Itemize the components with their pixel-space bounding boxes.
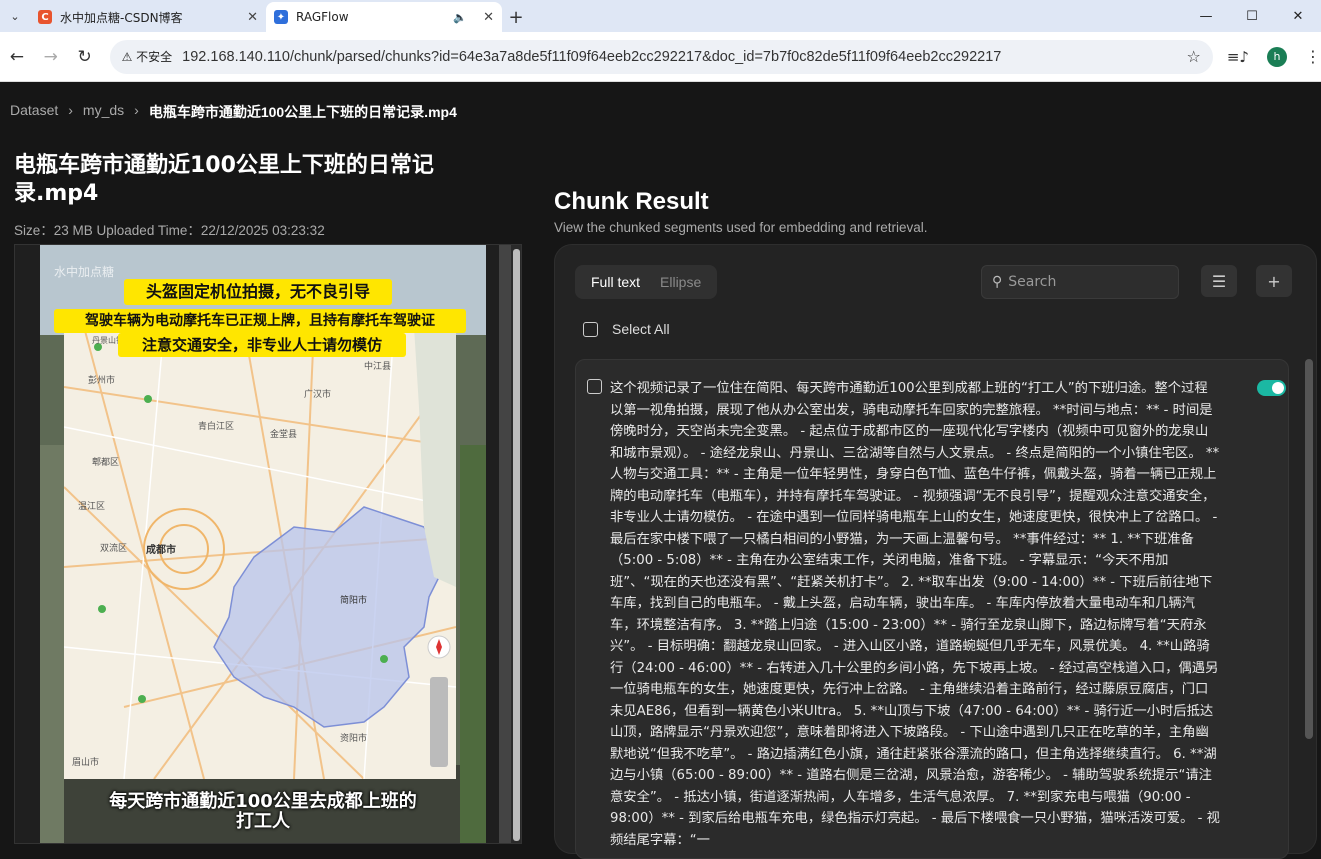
chunk-checkbox[interactable] xyxy=(587,379,602,394)
new-tab-button[interactable]: + xyxy=(502,2,530,32)
chunk-content: 这个视频记录了一位住在简阳、每天跨市通勤近100公里到成都上班的“打工人”的下班… xyxy=(610,381,1220,848)
address-bar: ← → ↻ ⚠ 不安全 192.168.140.110/chunk/parsed… xyxy=(0,32,1321,82)
select-all-checkbox[interactable] xyxy=(583,321,598,337)
browser-tabbar: ⌄ C 水中加点糖-CSDN博客 ✕ ✦ RAGFlow 🔈 ✕ + — ☐ ✕ xyxy=(0,0,1321,32)
chunk-enable-toggle[interactable] xyxy=(1257,380,1286,396)
map-label-qingbaijiang: 青白江区 xyxy=(198,422,235,432)
reload-icon[interactable]: ↻ xyxy=(68,47,102,67)
back-icon[interactable]: ← xyxy=(0,47,34,67)
map-label-wenjiang: 温江区 xyxy=(78,502,106,512)
close-tab-icon[interactable]: ✕ xyxy=(483,10,494,25)
tab-title: 水中加点糖-CSDN博客 xyxy=(60,10,183,25)
video-watermark: 水中加点糖 xyxy=(54,265,115,279)
tab-search-icon[interactable]: ⌄ xyxy=(0,0,30,32)
filter-button[interactable]: ☰ xyxy=(1201,265,1237,297)
map-label-pengzhou: 彭州市 xyxy=(88,376,116,386)
video-frame[interactable]: 水中加点糖 彭州市 青白江区 金堂县 郫都区 温江区 成都市 双流区 简阳市 眉… xyxy=(40,245,486,843)
close-window-icon[interactable]: ✕ xyxy=(1275,0,1321,32)
ragflow-app: Dataset › my_ds › 电瓶车跨市通勤近100公里上下班的日常记录.… xyxy=(0,82,1321,859)
maximize-icon[interactable]: ☐ xyxy=(1229,0,1275,32)
window-controls: — ☐ ✕ xyxy=(1183,0,1321,32)
url-text[interactable]: 192.168.140.110/chunk/parsed/chunks?id=6… xyxy=(182,49,1186,65)
map-label-ziyang: 资阳市 xyxy=(340,734,368,744)
chunk-list-scrollbar[interactable] xyxy=(1305,359,1313,739)
media-control-icon[interactable]: ≡♪ xyxy=(1227,48,1249,66)
breadcrumb-separator-icon: › xyxy=(134,102,139,118)
csdn-favicon-icon: C xyxy=(38,10,52,24)
browser-tab-csdn[interactable]: C 水中加点糖-CSDN博客 ✕ xyxy=(30,2,266,32)
video-banner-2: 驾驶车辆为电动摩托车已正规上牌，且持有摩托车驾驶证 xyxy=(54,309,466,333)
map-label-guanghan: 广汉市 xyxy=(304,390,332,400)
chunk-panel: Full text Ellipse ⚲ Search ☰ + Select Al… xyxy=(554,244,1317,859)
video-caption-line2: 打工人 xyxy=(236,811,290,832)
breadcrumb-dataset[interactable]: Dataset xyxy=(10,102,58,122)
video-banner-3: 注意交通安全，非专业人士请勿模仿 xyxy=(118,333,406,357)
map-overlay: 彭州市 青白江区 金堂县 郫都区 温江区 成都市 双流区 简阳市 眉山市 资阳市… xyxy=(63,326,457,780)
url-field[interactable]: ⚠ 不安全 192.168.140.110/chunk/parsed/chunk… xyxy=(109,39,1213,74)
map-label-chengdu: 成都市 xyxy=(146,545,176,556)
breadcrumb: Dataset › my_ds › 电瓶车跨市通勤近100公里上下班的日常记录.… xyxy=(10,102,457,122)
browser-menu-icon[interactable]: ⋮ xyxy=(1305,47,1321,66)
map-label-jianyang: 简阳市 xyxy=(340,596,368,606)
bookmark-star-icon[interactable]: ☆ xyxy=(1187,47,1201,66)
view-mode-switch: Full text Ellipse xyxy=(575,265,718,299)
preview-scroll-thumb[interactable] xyxy=(513,249,520,841)
insecure-warning[interactable]: ⚠ 不安全 xyxy=(122,48,173,65)
breadcrumb-separator-icon: › xyxy=(68,102,73,118)
map-label-jintang: 金堂县 xyxy=(270,430,298,440)
document-title: 电瓶车跨市通勤近100公里上下班的日常记录.mp4 xyxy=(14,153,434,206)
map-label-meishan: 眉山市 xyxy=(72,758,100,768)
select-all-label: Select All xyxy=(612,321,670,337)
add-chunk-button[interactable]: + xyxy=(1256,265,1292,297)
video-preview[interactable]: 水中加点糖 彭州市 青白江区 金堂县 郫都区 温江区 成都市 双流区 简阳市 眉… xyxy=(14,244,522,844)
breadcrumb-my-ds[interactable]: my_ds xyxy=(83,102,124,122)
forward-icon[interactable]: → xyxy=(34,47,68,67)
document-meta: Size：23 MB Uploaded Time：22/12/2025 03:2… xyxy=(14,223,325,238)
insecure-label: 不安全 xyxy=(136,50,173,64)
chunk-result-title: Chunk Result xyxy=(554,188,709,215)
chunk-card[interactable]: 这个视频记录了一位住在简阳、每天跨市通勤近100公里到成都上班的“打工人”的下班… xyxy=(575,359,1289,859)
tab-ellipse[interactable]: Ellipse xyxy=(650,274,711,290)
map-label-pidu: 郫都区 xyxy=(92,458,120,468)
filter-icon: ☰ xyxy=(1211,271,1227,291)
ragflow-favicon-icon: ✦ xyxy=(274,10,288,24)
plus-icon: + xyxy=(1267,271,1281,291)
browser-tab-ragflow[interactable]: ✦ RAGFlow 🔈 ✕ xyxy=(266,2,502,32)
select-all[interactable]: Select All xyxy=(583,321,670,337)
search-placeholder: Search xyxy=(1008,274,1057,290)
search-input[interactable]: ⚲ Search xyxy=(981,265,1179,299)
chunk-result-subtitle: View the chunked segments used for embed… xyxy=(554,220,928,235)
tab-title: RAGFlow xyxy=(296,10,349,24)
close-tab-icon[interactable]: ✕ xyxy=(247,10,258,25)
minimize-icon[interactable]: — xyxy=(1183,0,1229,32)
preview-scroll-track xyxy=(499,245,511,843)
map-label-shuangliu: 双流区 xyxy=(100,544,128,554)
video-banner-1: 头盔固定机位拍摄，无不良引导 xyxy=(124,279,392,305)
tab-full-text[interactable]: Full text xyxy=(581,274,650,290)
breadcrumb-current: 电瓶车跨市通勤近100公里上下班的日常记录.mp4 xyxy=(148,104,457,120)
speaker-icon[interactable]: 🔈 xyxy=(453,11,467,24)
map-label-zhongjiang: 中江县 xyxy=(364,362,392,372)
search-icon: ⚲ xyxy=(992,274,1003,290)
profile-avatar[interactable]: h xyxy=(1267,46,1288,67)
